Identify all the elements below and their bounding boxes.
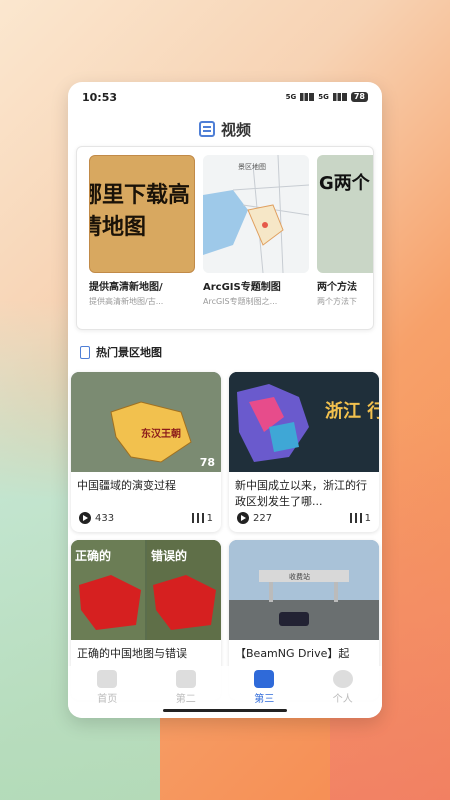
signal-icon — [300, 93, 315, 101]
grid-thumbnail: 收费站 — [229, 540, 379, 640]
map-grid: 东汉王朝 78 中国疆域的演变过程 433 1 浙江 行政区划 新中国成立 — [68, 372, 382, 700]
grid-thumbnail: 浙江 行政区划 — [229, 372, 379, 472]
map-icon — [80, 345, 90, 359]
home-icon — [97, 670, 118, 688]
stat-count: 1 — [364, 512, 371, 524]
video-title: 两个方法 — [317, 282, 357, 293]
grid-meta: 227 1 — [229, 510, 379, 524]
correct-wrong-map-graphic: 正确的 错误的 — [71, 540, 221, 640]
toll-station-graphic: 收费站 — [229, 540, 379, 640]
play-count: 227 — [253, 513, 273, 524]
thumbnail-text: G两个 — [319, 173, 370, 194]
tab-home[interactable]: 首页 — [77, 670, 137, 705]
tab-label: 第三 — [254, 694, 275, 705]
map-label: 浙江 行政区划 — [325, 400, 379, 422]
play-count: 433 — [95, 513, 115, 524]
video-thumbnail: G两个 — [317, 155, 373, 273]
video-thumbnail: 景区地图 — [203, 155, 309, 273]
video-title: 提供高清新地图/ — [89, 282, 163, 293]
network-type: 5G — [285, 93, 297, 101]
clock: 10:53 — [82, 90, 118, 104]
edit-icon — [175, 670, 196, 688]
network-type-2: 5G — [318, 93, 329, 101]
map-thumbnail-label: 景区地图 — [238, 162, 266, 171]
tab-third[interactable]: 第三 — [234, 670, 294, 705]
document-icon — [198, 121, 215, 137]
zhejiang-map-graphic: 浙江 行政区划 — [229, 372, 379, 472]
grid-card[interactable]: 东汉王朝 78 中国疆域的演变过程 433 1 — [71, 372, 221, 532]
bar-chart-icon — [349, 512, 362, 523]
map-thumbnail-graphic: 景区地图 — [203, 155, 309, 273]
book-icon — [254, 670, 275, 688]
video-thumbnail: 哪里下载高清地图 — [89, 155, 195, 273]
section-header: 热门景区地图 — [68, 338, 382, 366]
grid-title: 中国疆域的演变过程 — [77, 479, 176, 492]
battery-icon: 78 — [350, 92, 368, 102]
tab-label: 个人 — [332, 694, 353, 705]
grid-thumbnail: 正确的 错误的 — [71, 540, 221, 640]
map-label: 东汉王朝 — [141, 427, 181, 440]
video-card[interactable]: 景区地图 ArcGIS专题制图 ArcGIS专题制图之... — [203, 155, 309, 329]
grid-meta: 433 1 — [71, 510, 221, 524]
video-subtitle: 两个方法下 — [317, 297, 357, 306]
play-icon — [79, 512, 91, 524]
duration-label: 78 — [199, 456, 215, 469]
video-subtitle: 提供高清新地图/古... — [89, 297, 164, 306]
section-title: 热门景区地图 — [96, 346, 162, 359]
grid-thumbnail: 东汉王朝 78 — [71, 372, 221, 472]
thumbnail-label-left: 正确的 — [75, 548, 111, 563]
video-card[interactable]: 哪里下载高清地图 提供高清新地图/ 提供高清新地图/古... — [89, 155, 195, 329]
stat-count: 1 — [206, 512, 213, 524]
page-title: 视频 — [68, 112, 382, 146]
tab-second[interactable]: 第二 — [156, 670, 216, 705]
person-icon — [332, 670, 353, 688]
thumbnail-label-right: 错误的 — [151, 548, 187, 563]
bar-chart-icon — [191, 512, 204, 523]
tab-label: 首页 — [97, 694, 118, 705]
tab-label: 第二 — [175, 694, 196, 705]
signal-icon-2 — [332, 93, 347, 101]
phone-screen: 10:53 5G 5G 78 视频 哪里下载高清地图 提供高清新地图/ 提供高清… — [68, 82, 382, 718]
video-carousel[interactable]: 哪里下载高清地图 提供高清新地图/ 提供高清新地图/古... 景区地图 ArcG… — [76, 146, 374, 330]
video-subtitle: ArcGIS专题制图之... — [203, 297, 278, 306]
home-indicator[interactable] — [163, 709, 287, 712]
grid-title: 新中国成立以来，浙江的行政区划发生了哪... — [235, 479, 367, 508]
status-bar: 10:53 5G 5G 78 — [68, 82, 382, 112]
video-title: ArcGIS专题制图 — [203, 282, 281, 293]
china-map-graphic: 东汉王朝 — [71, 372, 221, 472]
thumbnail-text: 哪里下载高清地图 — [90, 183, 191, 240]
toll-sign-label: 收费站 — [289, 572, 310, 581]
tab-profile[interactable]: 个人 — [313, 670, 373, 705]
play-icon — [237, 512, 249, 524]
grid-card[interactable]: 浙江 行政区划 新中国成立以来，浙江的行政区划发生了哪... 227 1 — [229, 372, 379, 532]
video-card[interactable]: G两个 两个方法 两个方法下 — [317, 155, 373, 329]
page-title-text: 视频 — [220, 120, 251, 139]
